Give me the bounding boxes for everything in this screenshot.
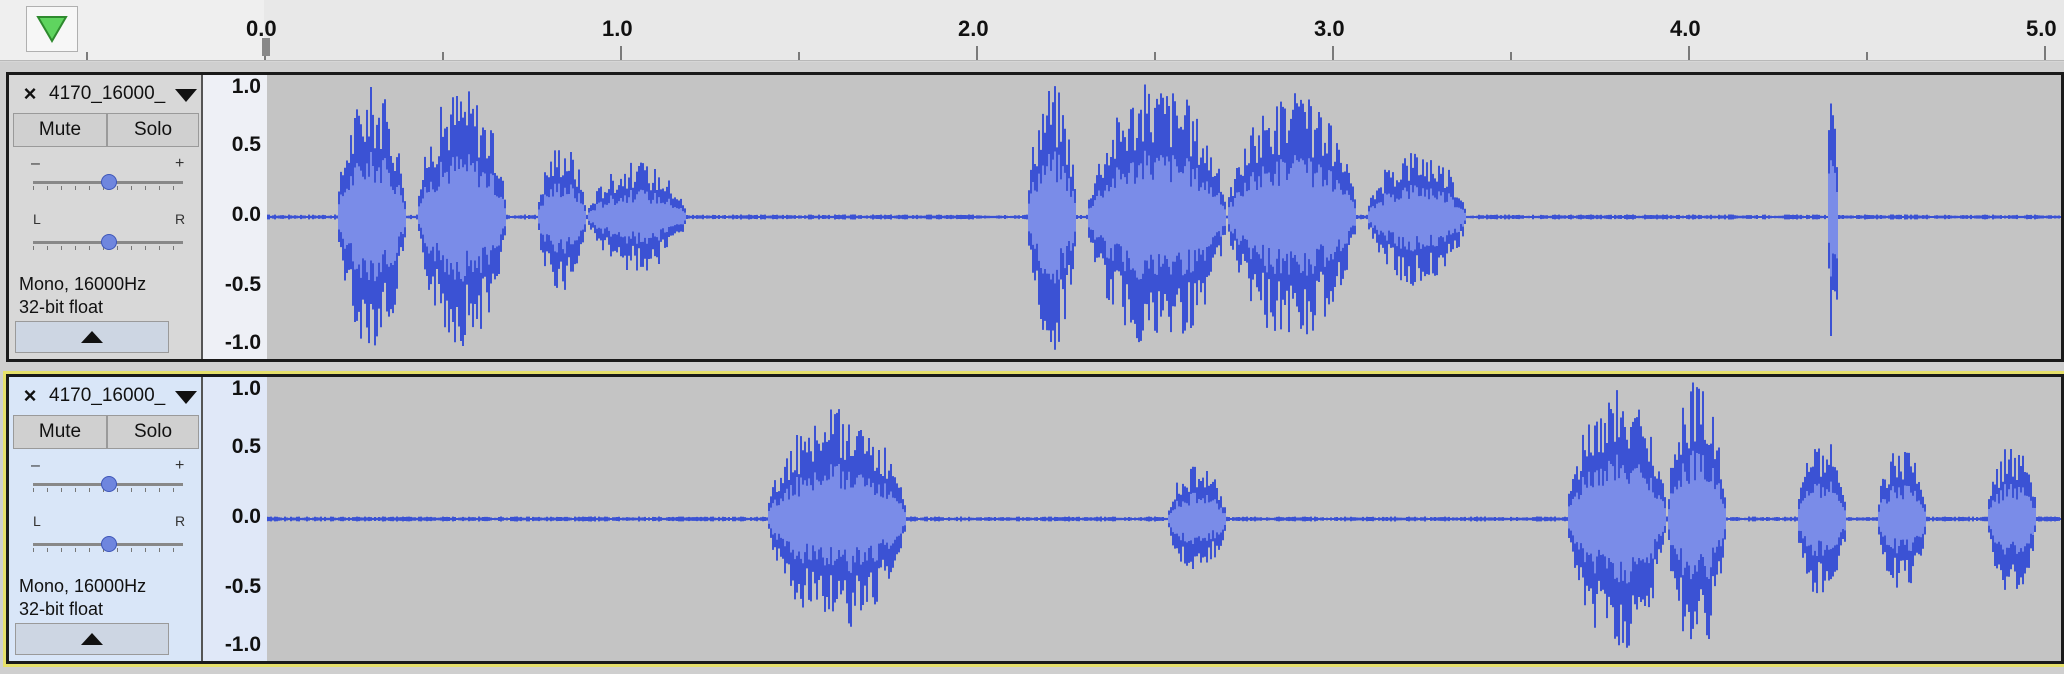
collapse-track-button[interactable] — [15, 623, 169, 655]
dropdown-arrow-icon — [175, 89, 197, 102]
waveform-rms — [768, 450, 2036, 584]
scale-label: 0.0 — [231, 203, 261, 226]
scale-label: -1.0 — [224, 331, 261, 354]
pan-slider-thumb[interactable] — [101, 536, 117, 552]
track-name-menu[interactable]: 4170_16000_ — [49, 381, 199, 411]
track-control-panel: × 4170_16000_ Mute Solo – + L R Mono, 16… — [9, 377, 203, 661]
mute-button[interactable]: Mute — [13, 415, 107, 449]
track-name-label: 4170_16000_ — [49, 83, 166, 104]
pan-slider[interactable] — [33, 227, 189, 257]
gain-slider[interactable] — [33, 167, 189, 197]
scale-label: 0.5 — [231, 435, 261, 458]
scale-label: -0.5 — [224, 273, 261, 296]
close-track-button[interactable]: × — [15, 79, 45, 109]
collapse-up-icon — [81, 331, 103, 343]
pan-left-label: L — [33, 211, 41, 227]
ruler-label-3: 3.0 — [1314, 16, 1345, 41]
dropdown-arrow-icon — [175, 391, 197, 404]
scale-label: -1.0 — [224, 633, 261, 656]
scale-label: 0.5 — [231, 133, 261, 156]
format-depth: 32-bit float — [19, 297, 104, 317]
track-format-info: Mono, 16000Hz 32-bit float — [19, 273, 146, 319]
waveform-display[interactable] — [267, 377, 2061, 661]
track-name-menu[interactable]: 4170_16000_ — [49, 79, 199, 109]
solo-button[interactable]: Solo — [107, 415, 199, 449]
format-rate: Mono, 16000Hz — [19, 274, 147, 294]
scale-label: 1.0 — [231, 377, 261, 400]
track-format-info: Mono, 16000Hz 32-bit float — [19, 575, 146, 621]
pan-slider-thumb[interactable] — [101, 234, 117, 250]
gain-slider-thumb[interactable] — [101, 174, 117, 190]
track-name-label: 4170_16000_ — [49, 385, 166, 406]
solo-button[interactable]: Solo — [107, 113, 199, 147]
format-depth: 32-bit float — [19, 599, 104, 619]
pan-right-label: R — [175, 513, 186, 529]
audio-track-1[interactable]: × 4170_16000_ Mute Solo – + L R Mono, 16… — [6, 72, 2064, 362]
scale-label: 0.0 — [231, 505, 261, 528]
ruler-label-2: 2.0 — [958, 16, 989, 41]
scale-label: 1.0 — [231, 75, 261, 98]
collapse-up-icon — [81, 633, 103, 645]
track-control-panel: × 4170_16000_ Mute Solo – + L R Mono, 16… — [9, 75, 203, 359]
pan-right-label: R — [175, 211, 186, 227]
waveform-peaks — [267, 382, 2060, 648]
pan-slider[interactable] — [33, 529, 189, 559]
format-rate: Mono, 16000Hz — [19, 576, 147, 596]
gain-slider[interactable] — [33, 469, 189, 499]
audio-track-2[interactable]: × 4170_16000_ Mute Solo – + L R Mono, 16… — [6, 374, 2064, 664]
ruler-label-5: 5.0 — [2026, 16, 2057, 41]
ruler-label-0: 0.0 — [246, 16, 277, 41]
waveform-display[interactable] — [267, 75, 2061, 359]
ruler-ticks — [86, 38, 2046, 60]
close-track-button[interactable]: × — [15, 381, 45, 411]
ruler-label-1: 1.0 — [602, 16, 633, 41]
scale-label: -0.5 — [224, 575, 261, 598]
amplitude-scale: 1.0 0.5 0.0 -0.5 -1.0 — [203, 75, 267, 359]
timeline-ruler[interactable]: 0.0 1.0 2.0 3.0 4.0 5.0 — [0, 0, 2064, 61]
gain-slider-thumb[interactable] — [101, 476, 117, 492]
collapse-track-button[interactable] — [15, 321, 169, 353]
amplitude-scale: 1.0 0.5 0.0 -0.5 -1.0 — [203, 377, 267, 661]
mute-button[interactable]: Mute — [13, 113, 107, 147]
pan-left-label: L — [33, 513, 41, 529]
ruler-label-4: 4.0 — [1670, 16, 1701, 41]
